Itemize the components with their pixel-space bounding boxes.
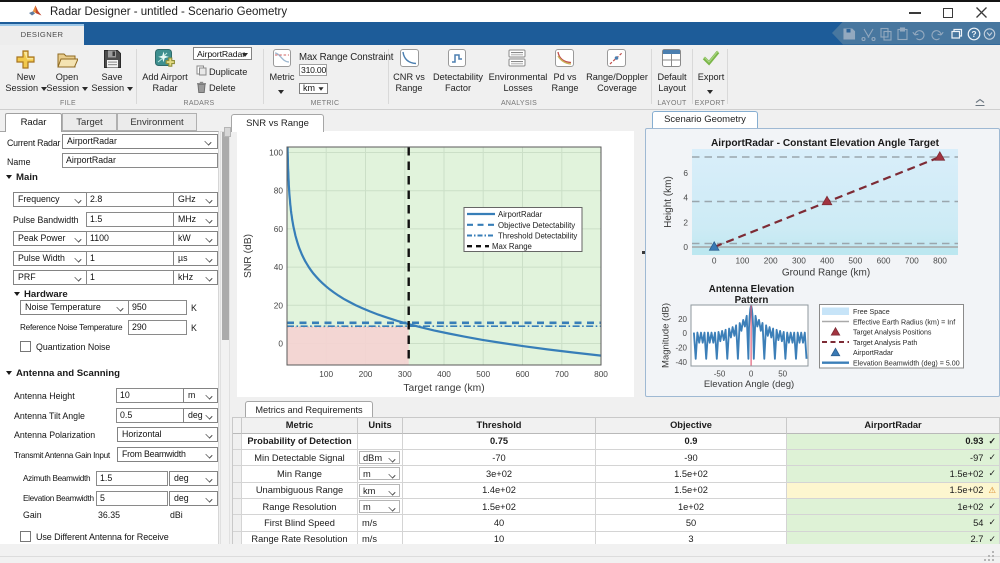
svg-text:700: 700 xyxy=(555,369,569,379)
svg-text:2: 2 xyxy=(683,217,688,227)
svg-text:Ground Range (km): Ground Range (km) xyxy=(782,268,870,279)
svg-text:20: 20 xyxy=(274,300,284,310)
svg-text:0: 0 xyxy=(712,256,717,266)
svg-text:400: 400 xyxy=(820,256,834,266)
svg-text:300: 300 xyxy=(792,256,806,266)
svg-text:-50: -50 xyxy=(714,370,726,379)
svg-text:Elevation Angle (deg): Elevation Angle (deg) xyxy=(704,379,794,390)
svg-text:0: 0 xyxy=(683,329,688,338)
svg-text:Antenna Elevation: Antenna Elevation xyxy=(709,284,794,295)
svg-text:60: 60 xyxy=(274,224,284,234)
svg-text:6: 6 xyxy=(683,168,688,178)
svg-text:0: 0 xyxy=(278,339,283,349)
svg-text:600: 600 xyxy=(877,256,891,266)
svg-text:SNR (dB): SNR (dB) xyxy=(243,234,254,278)
svg-text:Height (km): Height (km) xyxy=(663,176,674,228)
svg-text:80: 80 xyxy=(274,186,284,196)
svg-text:500: 500 xyxy=(476,369,490,379)
svg-text:50: 50 xyxy=(778,370,787,379)
svg-text:Max Range: Max Range xyxy=(492,242,532,251)
svg-text:600: 600 xyxy=(516,369,530,379)
svg-text:Elevation Beamwidth (deg) = 5.: Elevation Beamwidth (deg) = 5.00 xyxy=(853,360,960,368)
svg-text:4: 4 xyxy=(683,193,688,203)
svg-text:200: 200 xyxy=(359,369,373,379)
svg-text:AirportRadar: AirportRadar xyxy=(498,210,543,219)
svg-text:400: 400 xyxy=(437,369,451,379)
svg-text:AirportRadar - Constant Elevat: AirportRadar - Constant Elevation Angle … xyxy=(711,138,940,149)
svg-text:20: 20 xyxy=(678,315,687,324)
svg-text:800: 800 xyxy=(594,369,608,379)
svg-text:Magnitude (dB): Magnitude (dB) xyxy=(661,303,672,368)
svg-text:0: 0 xyxy=(749,370,754,379)
svg-text:AirportRadar: AirportRadar xyxy=(853,349,894,357)
svg-text:-40: -40 xyxy=(675,358,687,367)
svg-text:Free Space: Free Space xyxy=(853,308,890,316)
svg-text:0: 0 xyxy=(683,242,688,252)
svg-text:100: 100 xyxy=(319,369,333,379)
svg-text:Effective Earth Radius (km) =: Effective Earth Radius (km) = Inf xyxy=(853,318,955,326)
svg-text:40: 40 xyxy=(274,262,284,272)
svg-text:Objective Detectability: Objective Detectability xyxy=(498,221,575,230)
svg-text:100: 100 xyxy=(735,256,749,266)
svg-text:Target Analysis Positions: Target Analysis Positions xyxy=(853,329,932,337)
svg-text:100: 100 xyxy=(269,148,283,158)
svg-text:Pattern: Pattern xyxy=(735,295,769,306)
svg-text:700: 700 xyxy=(905,256,919,266)
svg-text:Threshold Detectability: Threshold Detectability xyxy=(498,232,577,241)
svg-text:-20: -20 xyxy=(675,344,687,353)
svg-text:300: 300 xyxy=(398,369,412,379)
svg-text:200: 200 xyxy=(764,256,778,266)
svg-text:800: 800 xyxy=(933,256,947,266)
svg-text:?: ? xyxy=(971,29,976,39)
svg-text:Target Analysis Path: Target Analysis Path xyxy=(853,339,917,347)
svg-text:500: 500 xyxy=(848,256,862,266)
svg-text:Target range (km): Target range (km) xyxy=(403,383,484,394)
